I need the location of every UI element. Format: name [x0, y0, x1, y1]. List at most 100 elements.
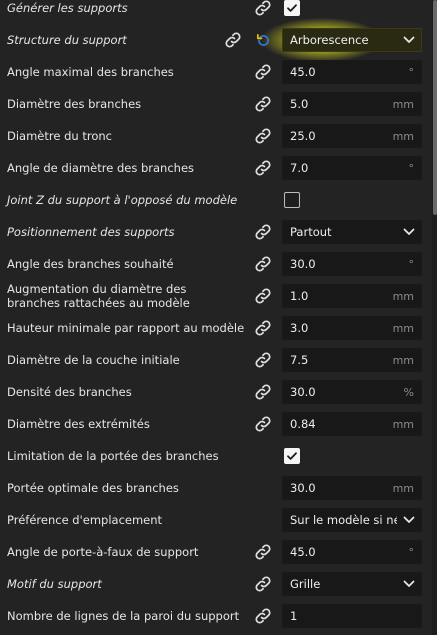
chevron-down-icon[interactable]	[397, 228, 421, 236]
link-icon[interactable]	[253, 606, 273, 626]
link-icon[interactable]	[253, 0, 273, 18]
setting-input[interactable]: 7.5 mm	[282, 348, 422, 372]
setting-row-structure-du-support: Structure du support Arborescence	[0, 18, 432, 62]
unit-label: °	[408, 545, 415, 559]
setting-label: Angle de porte-à-faux de support	[7, 545, 199, 559]
link-icon[interactable]	[253, 222, 273, 242]
setting-input[interactable]: 1.0 mm	[282, 284, 422, 308]
link-icon[interactable]	[253, 318, 273, 338]
setting-label: Motif du support	[7, 577, 102, 591]
setting-row-angle-maximal-des-branches: Angle maximal des branches 45.0 °	[0, 56, 432, 88]
dropdown-value: Grille	[290, 577, 321, 591]
dropdown-value: Partout	[290, 225, 332, 239]
setting-input[interactable]: 30.0 mm	[282, 476, 422, 500]
setting-row-positionnement-des-supports: Positionnement des supports Partout	[0, 216, 432, 248]
chevron-down-icon[interactable]	[397, 580, 421, 588]
unit-label: °	[408, 257, 415, 271]
link-icon[interactable]	[253, 126, 273, 146]
link-icon[interactable]	[253, 382, 273, 402]
chevron-down-icon[interactable]	[397, 36, 421, 44]
scrollbar-thumb[interactable]	[433, 0, 437, 215]
setting-row-nombre-de-lignes-de-la-paroi-du-support: Nombre de lignes de la paroi du support 1	[0, 600, 432, 632]
checkmark-icon	[286, 2, 298, 14]
link-icon[interactable]	[253, 350, 273, 370]
dropdown-value: Sur le modèle si né...	[290, 513, 397, 527]
setting-label: Angle de diamètre des branches	[7, 161, 195, 175]
setting-label: Angle maximal des branches	[7, 65, 174, 79]
unit-label: °	[408, 161, 415, 175]
chevron-down-icon[interactable]	[397, 516, 421, 524]
input-value: 1.0	[290, 289, 309, 303]
setting-checkbox[interactable]	[284, 192, 300, 208]
link-icon[interactable]	[253, 62, 273, 82]
setting-label: Préférence d'emplacement	[7, 513, 163, 527]
setting-row-angle-des-branches-souhaite: Angle des branches souhaité 30.0 °	[0, 248, 432, 280]
setting-label: Diamètre du tronc	[7, 129, 112, 143]
setting-row-motif-du-support: Motif du support Grille	[0, 568, 432, 600]
setting-dropdown[interactable]: Grille	[282, 572, 422, 596]
input-value: 30.0	[290, 385, 316, 399]
setting-input[interactable]: 30.0%	[282, 380, 422, 404]
setting-label: Nombre de lignes de la paroi du support	[7, 609, 240, 623]
setting-label: Générer les supports	[7, 1, 128, 15]
setting-input[interactable]: 7.0 °	[282, 156, 422, 180]
setting-dropdown[interactable]: Partout	[282, 220, 422, 244]
link-icon[interactable]	[253, 158, 273, 178]
setting-label: Diamètre des branches	[7, 97, 142, 111]
setting-dropdown[interactable]: Sur le modèle si né...	[282, 508, 422, 532]
setting-checkbox[interactable]	[284, 448, 300, 464]
setting-input[interactable]: 0.84 mm	[282, 412, 422, 436]
setting-input[interactable]: 3.0 mm	[282, 316, 422, 340]
setting-label: Positionnement des supports	[7, 225, 175, 239]
link-icon[interactable]	[253, 574, 273, 594]
setting-input[interactable]: 45.0 °	[282, 540, 422, 564]
unit-label: mm	[392, 417, 414, 431]
setting-dropdown[interactable]: Arborescence	[282, 28, 422, 52]
input-value: 30.0	[290, 257, 316, 271]
input-value: 7.0	[290, 161, 309, 175]
unit-label: mm	[392, 321, 414, 335]
link-icon[interactable]	[253, 254, 273, 274]
dropdown-value: Arborescence	[290, 33, 369, 47]
unit-label: mm	[392, 97, 414, 111]
setting-row-preference-d-emplacement: Préférence d'emplacement Sur le modèle si…	[0, 504, 432, 536]
unit-label: mm	[392, 289, 414, 303]
setting-label: Limitation de la portée des branches	[7, 449, 219, 463]
setting-input[interactable]: 30.0 °	[282, 252, 422, 276]
input-value: 3.0	[290, 321, 309, 335]
reset-arrow-icon[interactable]	[253, 30, 273, 50]
setting-row-angle-de-porte-a-faux-de-support: Angle de porte-à-faux de support 45.0 °	[0, 536, 432, 568]
setting-label: Hauteur minimale par rapport au modèle	[7, 321, 245, 335]
setting-input[interactable]: 45.0 °	[282, 60, 422, 84]
input-value: 45.0	[290, 65, 316, 79]
setting-label: Angle des branches souhaité	[7, 257, 174, 271]
unit-label: mm	[392, 481, 414, 495]
link-icon[interactable]	[253, 542, 273, 562]
setting-input[interactable]: 5.0 mm	[282, 92, 422, 116]
setting-row-diametre-du-tronc: Diamètre du tronc 25.0 mm	[0, 120, 432, 152]
unit-label: mm	[392, 129, 414, 143]
link-icon[interactable]	[253, 94, 273, 114]
setting-label: Portée optimale des branches	[7, 481, 179, 495]
input-value: 5.0	[290, 97, 309, 111]
setting-input[interactable]: 1	[282, 604, 422, 628]
checkmark-icon	[286, 450, 298, 462]
setting-row-hauteur-minimale-par-rapport-au-modele: Hauteur minimale par rapport au modèle 3.…	[0, 312, 432, 344]
setting-row-diametre-des-branches: Diamètre des branches 5.0 mm	[0, 88, 432, 120]
input-value: 7.5	[290, 353, 309, 367]
setting-label: Structure du support	[7, 33, 127, 47]
unit-label: %	[403, 385, 414, 399]
input-value: 1	[290, 609, 298, 623]
link-icon[interactable]	[253, 414, 273, 434]
link-icon[interactable]	[223, 30, 243, 50]
setting-row-augmentation-du-diametre-des-branches-ra: Augmentation du diamètre des branches ra…	[0, 280, 432, 312]
setting-checkbox[interactable]	[284, 0, 300, 16]
setting-label: Densité des branches	[7, 385, 132, 399]
setting-row-joint-z-du-support-a-l-oppose-du-modele: Joint Z du support à l'opposé du modèle	[0, 184, 432, 216]
setting-row-limitation-de-la-portee-des-branches: Limitation de la portée des branches	[0, 440, 432, 472]
setting-row-diametre-des-extremites: Diamètre des extrémités 0.84 mm	[0, 408, 432, 440]
input-value: 0.84	[290, 417, 316, 431]
link-icon[interactable]	[253, 286, 273, 306]
setting-input[interactable]: 25.0 mm	[282, 124, 422, 148]
setting-row-densite-des-branches: Densité des branches 30.0%	[0, 376, 432, 408]
